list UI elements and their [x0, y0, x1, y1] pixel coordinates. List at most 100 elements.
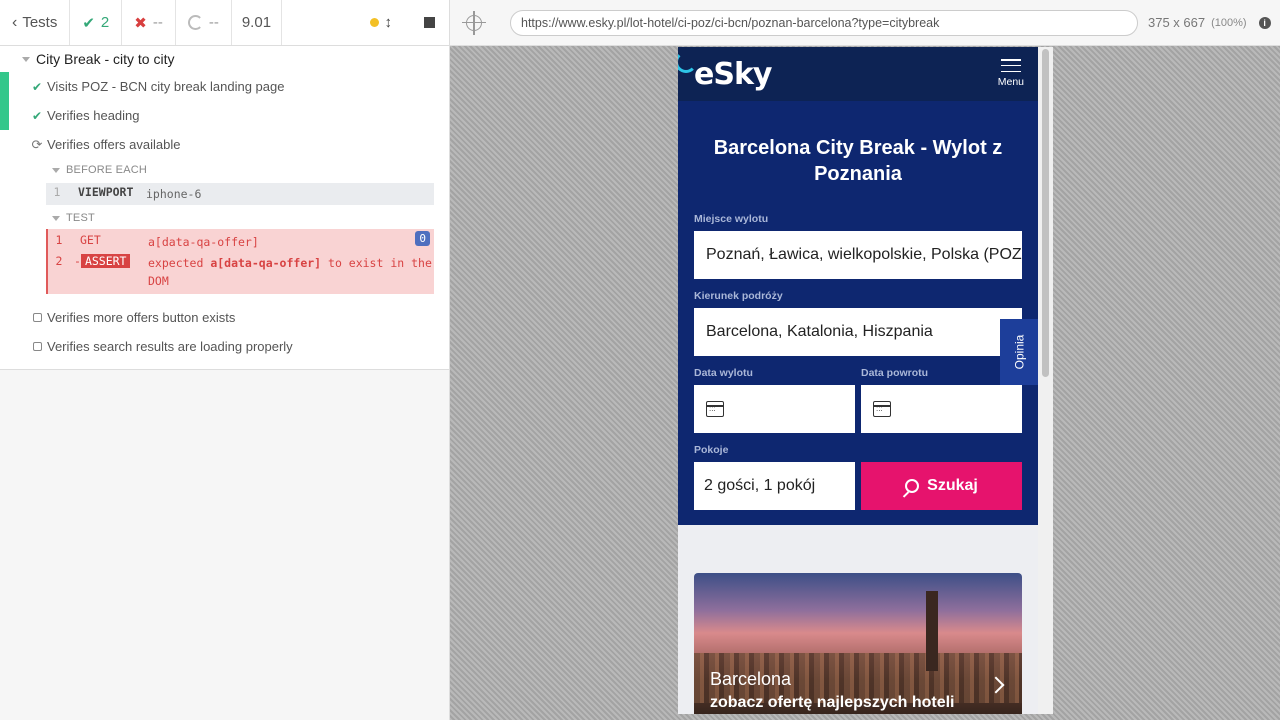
- app-iframe: eSky Menu Barcelona City Break - Wylot z…: [678, 47, 1053, 714]
- command-name: GET: [80, 233, 101, 247]
- check-icon: ✔: [31, 79, 43, 94]
- caret-down-icon: [52, 167, 60, 173]
- hook-before-each[interactable]: BEFORE EACH: [0, 159, 449, 181]
- tests-label: Tests: [22, 14, 58, 31]
- test-row[interactable]: Verifies search results are loading prop…: [0, 332, 449, 361]
- refresh-icon: ⟳: [31, 136, 43, 152]
- esky-header: eSky Menu: [678, 47, 1038, 101]
- tower-image: [926, 591, 938, 671]
- runnables-list: City Break - city to city ✔ Visits POZ -…: [0, 46, 449, 370]
- suite-title[interactable]: City Break - city to city: [0, 46, 449, 72]
- test-title: Verifies search results are loading prop…: [47, 339, 293, 354]
- return-date-label: Data powrotu: [861, 367, 929, 379]
- pending-square-icon: [32, 342, 42, 351]
- command-number: 1: [55, 233, 63, 247]
- aut-area: eSky Menu Barcelona City Break - Wylot z…: [450, 46, 1280, 720]
- pending-box: [30, 313, 44, 322]
- zoom-level: (100%): [1211, 16, 1247, 29]
- command-assert[interactable]: 2 - ASSERT expected a[data-qa-offer] to e…: [48, 250, 434, 294]
- passed-count[interactable]: ✔ 2: [70, 0, 123, 45]
- failed-commands: 1 GET a[data-qa-offer] 0 2 - ASSERT expec…: [46, 229, 434, 294]
- caret-down-icon: [52, 215, 60, 221]
- reporter-panel: ‹ Tests ✔ 2 ✖ -- -- 9.01 ↕ City Break - …: [0, 0, 450, 720]
- pending-box: [30, 342, 44, 351]
- calendar-icon: [873, 401, 891, 417]
- hook-test[interactable]: TEST: [0, 207, 449, 229]
- search-icon: [905, 479, 920, 493]
- assert-selector: a[data-qa-offer]: [210, 256, 322, 270]
- barcelona-hero-card[interactable]: Barcelona zobacz ofertę najlepszych hote…: [694, 573, 1022, 714]
- command-number: 1: [53, 185, 61, 199]
- pending-count[interactable]: --: [176, 0, 232, 45]
- command-name: - ASSERT: [70, 250, 148, 268]
- destination-label: Kierunek podróży: [694, 290, 783, 302]
- run-controls: ↕: [360, 0, 450, 45]
- rooms-label: Pokoje: [694, 444, 729, 456]
- esky-logo[interactable]: eSky: [678, 56, 772, 92]
- check-icon: ✔: [82, 14, 95, 32]
- auto-scroll-icon[interactable]: ↕: [385, 14, 393, 31]
- departure-label: Miejsce wylotu: [694, 213, 769, 225]
- command-get[interactable]: 1 GET a[data-qa-offer] 0: [48, 229, 434, 250]
- selector-playground-icon[interactable]: [462, 10, 486, 35]
- search-panel: Barcelona City Break - Wylot z Poznania …: [678, 101, 1038, 525]
- hero-cta: zobacz ofertę najlepszych hoteli: [710, 694, 955, 711]
- pending-number: --: [208, 14, 219, 31]
- feedback-tab[interactable]: Opinia: [1000, 319, 1038, 385]
- iframe-scrollbar[interactable]: [1038, 47, 1053, 714]
- feedback-tab-label: Opinia: [1012, 334, 1026, 370]
- hook-label-text: TEST: [66, 212, 95, 224]
- test-title: Verifies heading: [47, 108, 140, 123]
- scrollbar-thumb[interactable]: [1042, 49, 1049, 377]
- viewport-size: 375 x 667: [1148, 15, 1206, 30]
- test-row[interactable]: Verifies more offers button exists: [0, 303, 449, 332]
- command-name: VIEWPORT: [78, 185, 134, 199]
- command-message: iphone-6: [146, 187, 202, 201]
- hook-label-text: BEFORE EACH: [66, 164, 148, 176]
- element-count-badge: 0: [415, 231, 430, 246]
- pending-ring-icon: [187, 15, 203, 30]
- destination-input[interactable]: Barcelona, Katalonia, Hiszpania: [694, 308, 1022, 356]
- test-row[interactable]: ⟳ Verifies offers available: [0, 130, 449, 159]
- logo-text: eSky: [694, 56, 772, 92]
- test-row[interactable]: ✔ Verifies heading: [0, 101, 449, 130]
- info-icon[interactable]: i: [1258, 16, 1271, 29]
- command-dash: -: [74, 254, 81, 268]
- command-viewport[interactable]: 1 VIEWPORT iphone-6: [46, 183, 434, 205]
- caret-down-icon: [22, 56, 30, 62]
- menu-label: Menu: [997, 76, 1024, 88]
- return-date-input[interactable]: [861, 385, 1022, 433]
- command-message: a[data-qa-offer]: [148, 235, 259, 249]
- search-button[interactable]: Szukaj: [861, 462, 1022, 510]
- aut-header: https://www.esky.pl/lot-hotel/ci-poz/ci-…: [450, 0, 1280, 46]
- assert-tag: ASSERT: [80, 254, 131, 268]
- depart-date-label: Data wylotu: [694, 367, 753, 379]
- rooms-select[interactable]: 2 gości, 1 pokój: [694, 462, 855, 510]
- tests-back-button[interactable]: ‹ Tests: [0, 0, 71, 45]
- departure-input[interactable]: Poznań, Ławica, wielkopolskie, Polska (P…: [694, 231, 1022, 279]
- calendar-icon: [706, 401, 724, 417]
- test-row[interactable]: ✔ Visits POZ - BCN city break landing pa…: [0, 72, 449, 130]
- depart-date-input[interactable]: [694, 385, 855, 433]
- passed-number: 2: [100, 14, 110, 31]
- stop-icon[interactable]: [424, 17, 435, 28]
- failed-count[interactable]: ✖ --: [122, 0, 176, 45]
- failed-number: --: [152, 14, 163, 31]
- search-button-label: Szukaj: [927, 477, 978, 494]
- chevron-left-icon: ‹: [12, 13, 18, 31]
- reporter-stats-bar: ‹ Tests ✔ 2 ✖ -- -- 9.01 ↕: [0, 0, 449, 46]
- command-message: expected a[data-qa-offer] to exist in th…: [148, 250, 434, 290]
- test-title: Verifies more offers button exists: [47, 310, 236, 325]
- running-dot-icon: [369, 18, 379, 27]
- viewport-info[interactable]: 375 x 667 (100%) i: [1148, 15, 1271, 30]
- pending-square-icon: [32, 313, 42, 322]
- command-number: 2: [55, 254, 63, 268]
- x-icon: ✖: [134, 14, 147, 32]
- content-area: Barcelona zobacz ofertę najlepszych hote…: [678, 525, 1038, 714]
- assert-message-pre: expected: [148, 256, 211, 270]
- hero-city-name: Barcelona: [710, 669, 792, 689]
- duration: 9.01: [232, 0, 283, 45]
- menu-button[interactable]: Menu: [998, 59, 1024, 88]
- url-bar[interactable]: https://www.esky.pl/lot-hotel/ci-poz/ci-…: [510, 9, 1138, 36]
- suite-title-text: City Break - city to city: [36, 51, 175, 67]
